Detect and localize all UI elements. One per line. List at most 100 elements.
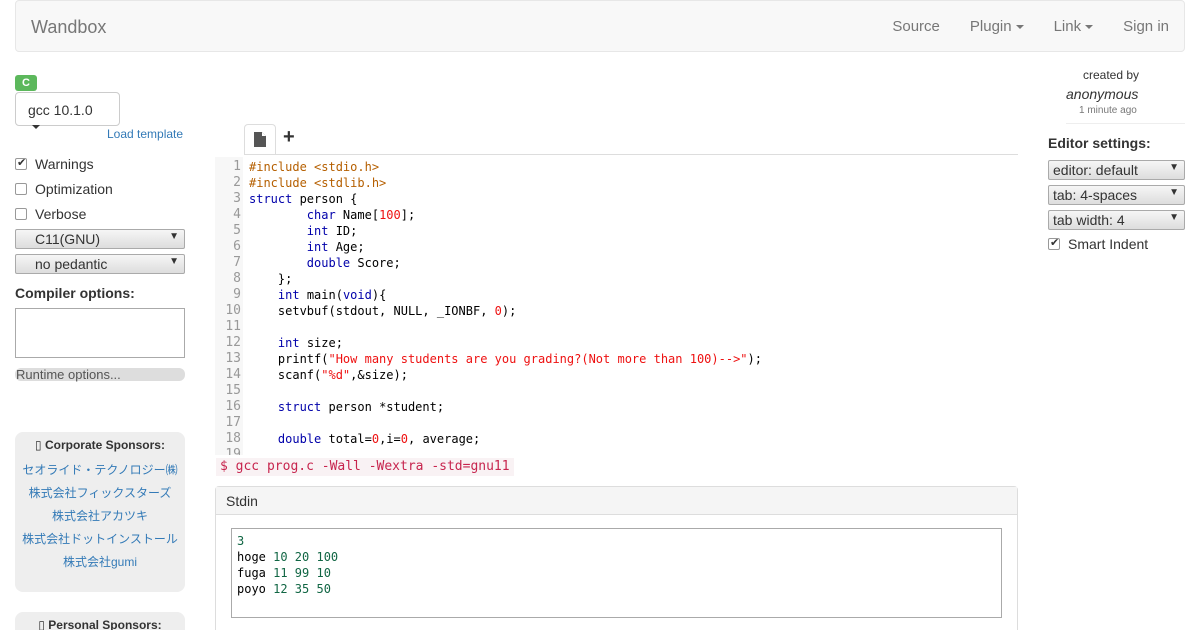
file-icon <box>254 132 266 147</box>
sponsor-link[interactable]: 株式会社ドットインストール <box>15 528 185 551</box>
sponsor-link[interactable]: 株式会社アカツキ <box>15 505 185 528</box>
code-text: int Age; <box>306 240 365 254</box>
triangle-down-icon: ▼ <box>1169 162 1179 173</box>
author-name: anonymous <box>1066 86 1139 102</box>
editor-settings-title: Editor settings: <box>1048 135 1151 151</box>
line-number: 15 <box>225 383 241 398</box>
line-number: 1 <box>233 159 241 174</box>
option-warnings[interactable]: Warnings <box>15 156 94 172</box>
stdin-line: fuga 11 99 10 <box>237 566 331 580</box>
line-number: 14 <box>225 367 241 382</box>
smart-indent-label: Smart Indent <box>1068 236 1149 252</box>
code-text: int main(void){ <box>277 288 387 302</box>
tab-file[interactable] <box>244 124 276 155</box>
compiler-options-textarea[interactable] <box>15 308 185 358</box>
caret-down-icon <box>1085 25 1094 30</box>
stdin-title: Stdin <box>216 487 1017 515</box>
created-time: 1 minute ago <box>1079 105 1137 116</box>
line-number: 18 <box>225 431 241 446</box>
triangle-down-icon: ▼ <box>169 256 179 267</box>
verbose-label: Verbose <box>35 206 87 222</box>
line-number: 13 <box>225 351 241 366</box>
sponsor-icon: ▯ <box>38 618 49 630</box>
corporate-sponsors-title: ▯ Corporate Sponsors: <box>35 438 165 452</box>
pedantic-select[interactable]: no pedantic ▼ <box>15 254 185 274</box>
option-optimization[interactable]: Optimization <box>15 181 113 197</box>
smart-indent-option[interactable]: Smart Indent <box>1048 236 1148 252</box>
tab-mode-value: tab: 4-spaces <box>1053 187 1138 203</box>
code-text: #include <stdlib.h> <box>249 176 387 190</box>
divider <box>1066 123 1185 124</box>
caret-down-icon <box>1015 25 1024 30</box>
code-text: struct person *student; <box>277 400 445 414</box>
triangle-down-icon: ▼ <box>1169 187 1179 198</box>
line-number: 5 <box>233 223 241 238</box>
corporate-sponsors-panel: ▯ Corporate Sponsors: セオライド・テクノロジー㈱ 株式会社… <box>15 432 185 592</box>
optimization-label: Optimization <box>35 181 113 197</box>
stdin-line: 3 <box>237 534 245 548</box>
line-number: 8 <box>233 271 241 286</box>
sponsor-icon: ▯ <box>35 438 45 452</box>
line-number: 10 <box>225 303 241 318</box>
line-number: 9 <box>233 287 241 302</box>
compiler-options-label: Compiler options: <box>15 285 135 301</box>
caret-down-icon <box>32 125 40 130</box>
nav-link-dropdown[interactable]: Link <box>1039 1 1109 51</box>
code-text: int size; <box>277 336 343 350</box>
std-select[interactable]: C11(GNU) ▼ <box>15 229 185 249</box>
code-text: setvbuf(stdout, NULL, _IONBF, 0); <box>249 304 517 318</box>
std-select-value: C11(GNU) <box>35 231 101 247</box>
code-text: printf("How many students are you gradin… <box>249 352 762 366</box>
nav-menu: Source Plugin Link Sign in <box>877 1 1184 51</box>
compiler-select-button[interactable]: gcc 10.1.0 <box>15 92 120 130</box>
brand-logo[interactable]: Wandbox <box>31 17 106 38</box>
code-text: scanf("%d",&size); <box>249 368 408 382</box>
line-number: 2 <box>233 175 241 190</box>
language-badge: C <box>15 75 37 91</box>
personal-sponsors-title: ▯ Personal Sponsors: <box>38 618 162 630</box>
code-text: int ID; <box>306 224 358 238</box>
pedantic-select-value: no pedantic <box>35 256 108 272</box>
nav-plugin-dropdown[interactable]: Plugin <box>955 1 1039 51</box>
line-number: 11 <box>225 319 241 334</box>
add-tab-button[interactable]: + <box>283 126 295 149</box>
tab-divider <box>244 154 1018 155</box>
verbose-checkbox[interactable] <box>15 208 27 220</box>
tab-mode-select[interactable]: tab: 4-spaces ▼ <box>1048 185 1185 205</box>
stdin-line: poyo 12 35 50 <box>237 582 331 596</box>
runtime-options-toggle[interactable]: Runtime options... <box>15 368 185 381</box>
line-number: 3 <box>233 191 241 206</box>
compiler-select-label: gcc 10.1.0 <box>28 102 93 118</box>
personal-sponsors-panel: ▯ Personal Sponsors: <box>15 612 185 630</box>
stdin-textarea[interactable]: 3 hoge 10 20 100 fuga 11 99 10 poyo 12 35 5… <box>231 528 1002 618</box>
sponsor-link[interactable]: 株式会社gumi <box>15 551 185 574</box>
tab-width-value: tab width: 4 <box>1053 212 1125 228</box>
tab-width-select[interactable]: tab width: 4 ▼ <box>1048 210 1185 230</box>
line-number: 7 <box>233 255 241 270</box>
compile-command: $ gcc prog.c -Wall -Wextra -std=gnu11 <box>216 458 514 476</box>
triangle-down-icon: ▼ <box>1169 212 1179 223</box>
created-by-label: created by <box>1083 68 1140 82</box>
code-text: char Name[100]; <box>306 208 416 222</box>
nav-source-link[interactable]: Source <box>877 1 955 51</box>
line-number: 12 <box>225 335 241 350</box>
line-number: 4 <box>233 207 241 222</box>
code-editor[interactable]: 1 #include <stdio.h> 2 #include <stdlib.h> 3… <box>215 157 1018 455</box>
editor-mode-select[interactable]: editor: default ▼ <box>1048 160 1185 180</box>
stdin-panel: Stdin 3 hoge 10 20 100 fuga 11 99 10 poyo 1… <box>215 486 1018 630</box>
sponsor-link[interactable]: 株式会社フィックスターズ <box>15 482 185 505</box>
navbar: Wandbox Source Plugin Link Sign in <box>15 0 1185 52</box>
code-text: double Score; <box>306 256 401 270</box>
option-verbose[interactable]: Verbose <box>15 206 86 222</box>
line-number: 6 <box>233 239 241 254</box>
optimization-checkbox[interactable] <box>15 183 27 195</box>
line-number: 19 <box>225 447 241 455</box>
warnings-checkbox[interactable] <box>15 156 27 170</box>
smart-indent-checkbox[interactable] <box>1048 236 1060 250</box>
code-text: }; <box>249 272 293 286</box>
nav-sign-in-link[interactable]: Sign in <box>1108 1 1184 51</box>
editor-mode-value: editor: default <box>1053 162 1138 178</box>
load-template-link[interactable]: Load template <box>107 127 183 141</box>
code-text: double total=0,i=0, average; <box>277 432 481 446</box>
sponsor-link[interactable]: セオライド・テクノロジー㈱ <box>15 459 185 482</box>
